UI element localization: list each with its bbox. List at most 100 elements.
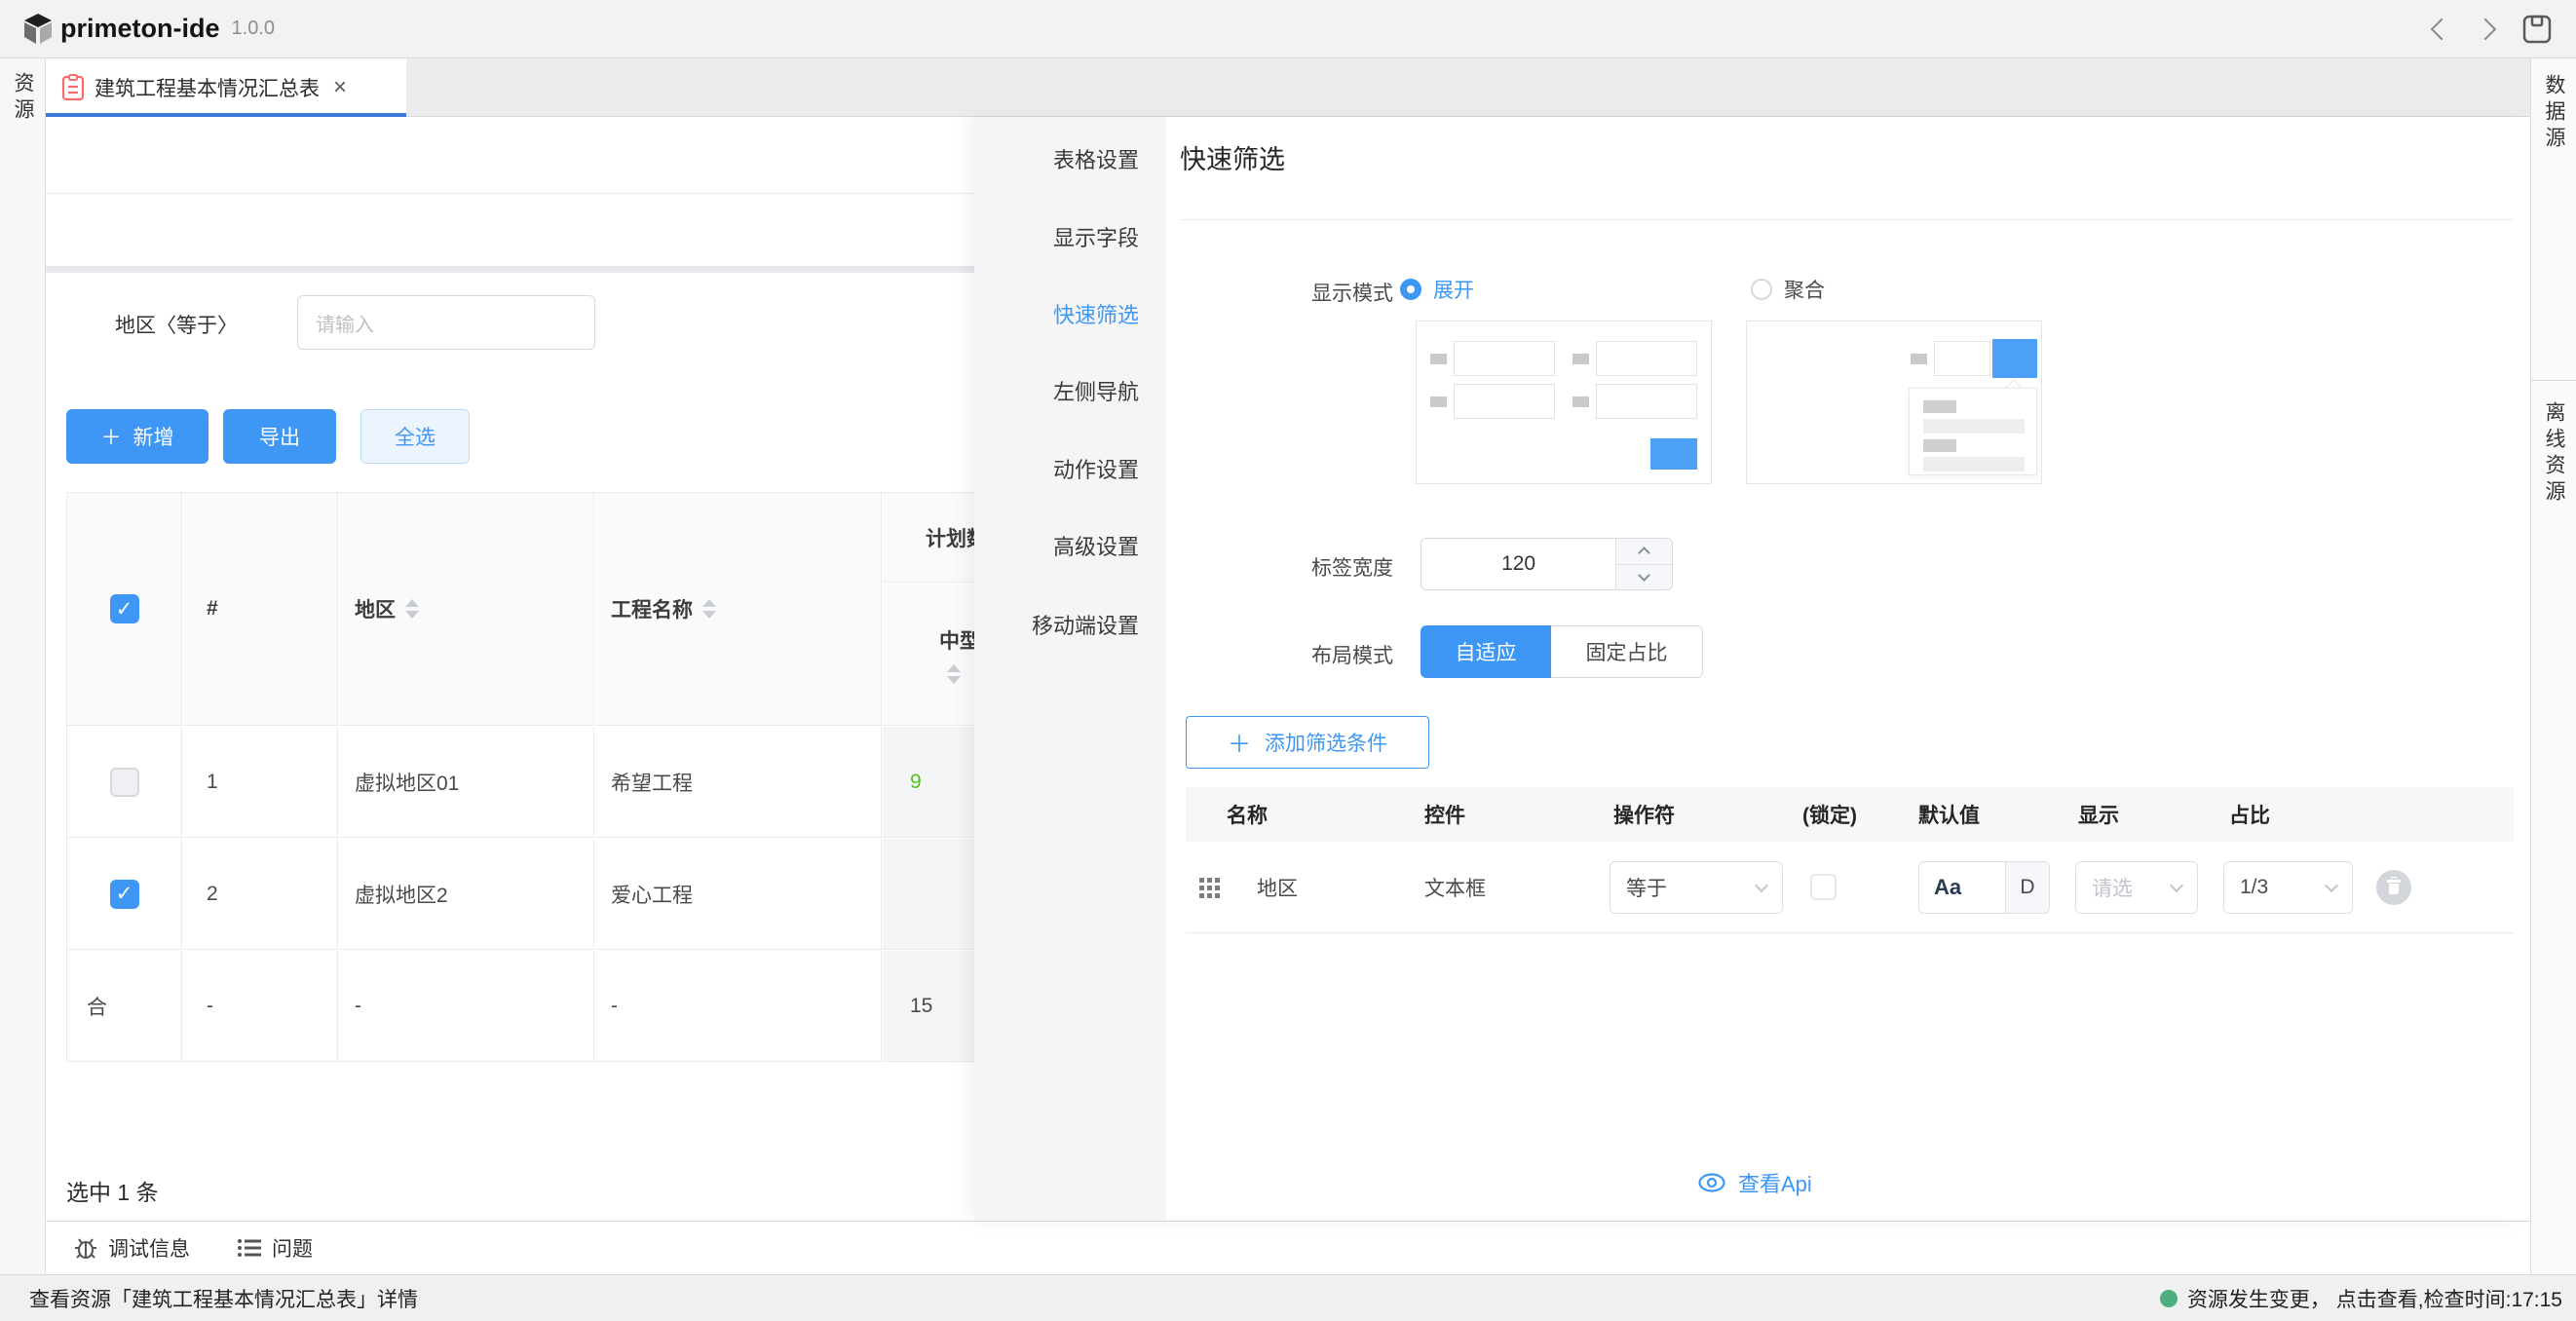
settings-drawer: 表格设置 显示字段 快速筛选 左侧导航 动作设置 高级设置 移动端设置 快速筛选… <box>974 117 2530 1221</box>
default-value-input[interactable]: Aa D <box>1918 861 2050 914</box>
quick-filter-field-label: 地区〈等于〉 <box>115 310 238 339</box>
status-dot-icon <box>2160 1290 2178 1307</box>
menu-item-left-nav[interactable]: 左侧导航 <box>974 368 1166 413</box>
resource-change-notice[interactable]: 资源发生变更， 点击查看,检查时间:17:15 <box>2160 1284 2562 1313</box>
condition-row: 地区 文本框 等于 Aa D 请选 1/3 <box>1186 842 2514 933</box>
label-width-label: 标签宽度 <box>1159 552 1393 582</box>
check-icon: ✓ <box>116 882 133 906</box>
debug-bar: 调试信息 问题 <box>46 1221 2530 1274</box>
app-version: 1.0.0 <box>232 18 275 40</box>
preview-expand-mode[interactable] <box>1416 321 1712 484</box>
row-checkbox[interactable] <box>110 768 139 797</box>
menu-item-quick-filter[interactable]: 快速筛选 <box>974 291 1166 336</box>
segment-fixed-ratio[interactable]: 固定占比 <box>1551 625 1703 678</box>
radio-off-icon <box>1751 279 1772 300</box>
drawer-menu: 表格设置 显示字段 快速筛选 左侧导航 动作设置 高级设置 移动端设置 <box>974 117 1166 1221</box>
table-cell-index: 1 <box>183 727 338 838</box>
table-row-select <box>67 727 182 838</box>
drag-handle-icon[interactable] <box>1199 842 1220 933</box>
condition-control: 文本框 <box>1424 842 1486 933</box>
select-all-checkbox[interactable]: ✓ <box>110 594 139 623</box>
spinner-down-icon[interactable] <box>1616 565 1672 590</box>
segment-adaptive[interactable]: 自适应 <box>1421 625 1551 678</box>
plus-icon: ＋ <box>101 422 122 451</box>
debug-info-tab[interactable]: 调试信息 <box>73 1233 190 1263</box>
table-header-region[interactable]: 地区 <box>339 493 594 726</box>
trash-icon <box>2386 880 2402 895</box>
menu-item-table-settings[interactable]: 表格设置 <box>974 136 1166 181</box>
left-rail: 资源 <box>0 58 46 1275</box>
tab-close-icon[interactable]: × <box>333 76 347 99</box>
tab-summary-table[interactable]: 建筑工程基本情况汇总表 × <box>46 58 406 117</box>
nav-forward-icon[interactable] <box>2478 21 2493 37</box>
preview-aggregate-mode[interactable] <box>1746 321 2042 484</box>
save-icon[interactable] <box>2521 14 2553 45</box>
delete-condition-icon[interactable] <box>2376 870 2411 905</box>
right-rail-offline-tab[interactable]: 离线资源 <box>2531 386 2576 507</box>
view-api-link[interactable]: 查看Api <box>1697 1167 1812 1198</box>
display-mode-label: 显示模式 <box>1159 278 1393 307</box>
chevron-down-icon <box>2325 879 2338 892</box>
add-filter-condition-button[interactable]: ＋ 添加筛选条件 <box>1186 716 1429 769</box>
radio-on-icon <box>1400 279 1421 300</box>
radio-aggregate[interactable]: 聚合 <box>1751 275 1825 304</box>
table-cell-region: 虚拟地区2 <box>339 839 594 950</box>
lock-checkbox[interactable] <box>1810 874 1837 900</box>
menu-item-action-settings[interactable]: 动作设置 <box>974 446 1166 491</box>
title-bar: primeton-ide 1.0.0 <box>0 0 2576 58</box>
table-footer-cell: - <box>595 951 882 1062</box>
table-row-select: ✓ <box>67 839 182 950</box>
layout-mode-label: 布局模式 <box>1159 640 1393 669</box>
display-select[interactable]: 请选 <box>2075 861 2198 914</box>
table-footer-label: 合 <box>67 951 182 1062</box>
export-button[interactable]: 导出 <box>223 409 336 464</box>
chevron-down-icon <box>2170 879 2183 892</box>
quick-filter-placeholder: 请输入 <box>316 309 374 337</box>
default-value-text: Aa <box>1919 862 2005 913</box>
sort-icon[interactable] <box>405 599 419 619</box>
condition-name: 地区 <box>1257 842 1298 933</box>
tab-title: 建筑工程基本情况汇总表 <box>95 73 320 102</box>
table-header-index: # <box>183 493 338 726</box>
left-rail-resources-tab[interactable]: 资源 <box>8 72 37 125</box>
menu-item-advanced[interactable]: 高级设置 <box>974 523 1166 568</box>
sort-icon[interactable] <box>947 664 961 684</box>
row-checkbox[interactable]: ✓ <box>110 880 139 909</box>
menu-item-display-fields[interactable]: 显示字段 <box>974 214 1166 259</box>
panel-divider <box>1180 219 2514 220</box>
default-value-addon-button[interactable]: D <box>2005 862 2049 913</box>
table-cell-project: 爱心工程 <box>595 839 882 950</box>
bug-icon <box>73 1235 98 1261</box>
select-all-button[interactable]: 全选 <box>360 409 470 464</box>
label-width-value: 120 <box>1421 539 1615 589</box>
table-cell-region: 虚拟地区01 <box>339 727 594 838</box>
table-header-project[interactable]: 工程名称 <box>595 493 882 726</box>
app-window: primeton-ide 1.0.0 资源 数据源 离线资源 建筑工程基本情况汇… <box>0 0 2576 1321</box>
drawer-panel: 快速筛选 显示模式 展开 聚合 <box>1166 117 2530 1221</box>
ratio-select[interactable]: 1/3 <box>2223 861 2353 914</box>
app-logo-icon <box>19 11 57 48</box>
quick-filter-input[interactable]: 请输入 <box>297 295 595 350</box>
check-icon: ✓ <box>116 597 133 622</box>
conditions-table-header: 名称 控件 操作符 (锁定) 默认值 显示 占比 <box>1186 787 2514 842</box>
issues-tab[interactable]: 问题 <box>237 1233 313 1263</box>
sort-icon[interactable] <box>702 599 716 619</box>
table-footer-cell: - <box>183 951 338 1062</box>
right-rail-datasource-tab[interactable]: 数据源 <box>2531 58 2576 153</box>
document-icon <box>61 74 85 101</box>
operator-select[interactable]: 等于 <box>1610 861 1783 914</box>
spinner-up-icon[interactable] <box>1616 539 1672 565</box>
panel-title: 快速筛选 <box>1180 138 1285 176</box>
radio-expand[interactable]: 展开 <box>1400 275 1474 304</box>
table-cell-index: 2 <box>183 839 338 950</box>
table-header-select: ✓ <box>67 493 182 726</box>
status-bar: 查看资源「建筑工程基本情况汇总表」详情 资源发生变更， 点击查看,检查时间:17… <box>0 1274 2576 1321</box>
status-message: 查看资源「建筑工程基本情况汇总表」详情 <box>29 1284 418 1313</box>
tab-bar: 建筑工程基本情况汇总表 × <box>46 58 2530 117</box>
table-footer-cell: - <box>339 951 594 1062</box>
selected-count-note: 选中 1 条 <box>66 1174 159 1207</box>
add-button[interactable]: ＋ 新增 <box>66 409 208 464</box>
label-width-input[interactable]: 120 <box>1421 538 1673 590</box>
menu-item-mobile[interactable]: 移动端设置 <box>974 602 1166 647</box>
nav-back-icon[interactable] <box>2434 21 2449 37</box>
